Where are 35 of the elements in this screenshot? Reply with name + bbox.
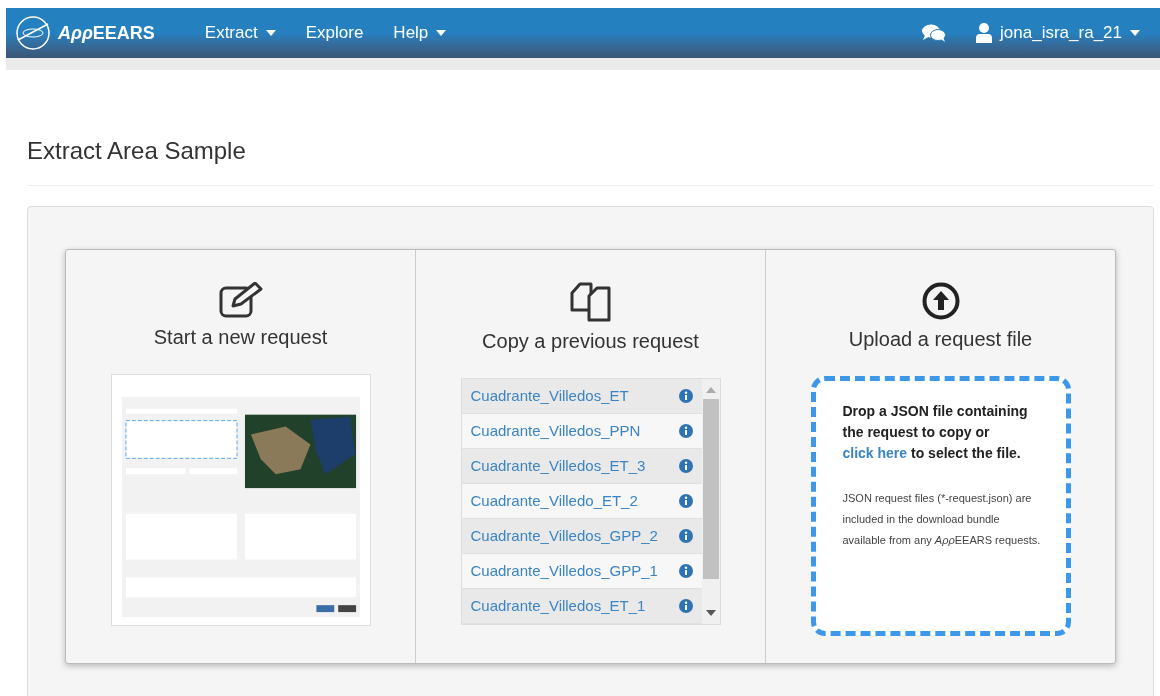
nav-menu-item[interactable]: Extract [204, 20, 276, 46]
request-list-item[interactable]: Cuadrante_Villedos_ET_1 [461, 589, 702, 624]
scroll-down-icon[interactable] [705, 610, 716, 616]
upload-icon [921, 282, 960, 320]
info-icon[interactable] [678, 494, 693, 508]
request-list-item[interactable]: Cuadrante_Villedo_ET_2 [461, 484, 702, 519]
nav-menu-item[interactable]: Explore [305, 20, 364, 46]
request-list-item[interactable]: Cuadrante_Villedos_GPP_2 [461, 519, 702, 554]
info-icon[interactable] [678, 424, 693, 438]
edit-icon [218, 282, 263, 318]
info-icon[interactable] [678, 599, 693, 613]
info-icon[interactable] [678, 459, 693, 473]
request-list-item[interactable]: Cuadrante_Villedos_ET_3 [461, 449, 702, 484]
info-icon[interactable] [678, 564, 693, 578]
brand-name[interactable]: AρρEEARS [58, 19, 155, 47]
caret-icon [1130, 30, 1140, 36]
user-icon [976, 23, 993, 43]
copy-icon [568, 282, 613, 322]
upload-note: JSON request files (*-request.json) are included in the download bundle available from any AρρEEARS requests. [842, 491, 1042, 548]
request-list-item[interactable]: Cuadrante_Villedos_PPN [461, 414, 702, 449]
drop-instructions: Drop a JSON file containing the request to copy or click here to select the file. [842, 402, 1029, 463]
info-icon[interactable] [678, 389, 693, 403]
drop-zone[interactable]: Drop a JSON file containing the request to copy or click here to select the file. JSON request files (*-request.json) are included in the download bundle available from any AρρEEARS requests. [810, 376, 1071, 636]
option-title: Copy a previous request [482, 329, 699, 354]
chat-icon[interactable] [922, 23, 947, 43]
logo-icon [14, 14, 52, 52]
request-list-item[interactable]: Cuadrante_Villedos_GPP_1 [461, 554, 702, 589]
option-title: Upload a request file [848, 327, 1033, 352]
nav-menu-item[interactable]: Help [393, 20, 447, 46]
user-menu[interactable]: jona_isra_ra_21 [976, 20, 1140, 46]
info-icon[interactable] [678, 529, 693, 543]
request-list-item[interactable]: Cuadrante_Villedos_ET [461, 379, 702, 414]
page-title: Extract Area Sample [27, 136, 247, 166]
click-here-link[interactable]: click here [842, 445, 908, 461]
option-title: Start a new request [153, 325, 328, 350]
